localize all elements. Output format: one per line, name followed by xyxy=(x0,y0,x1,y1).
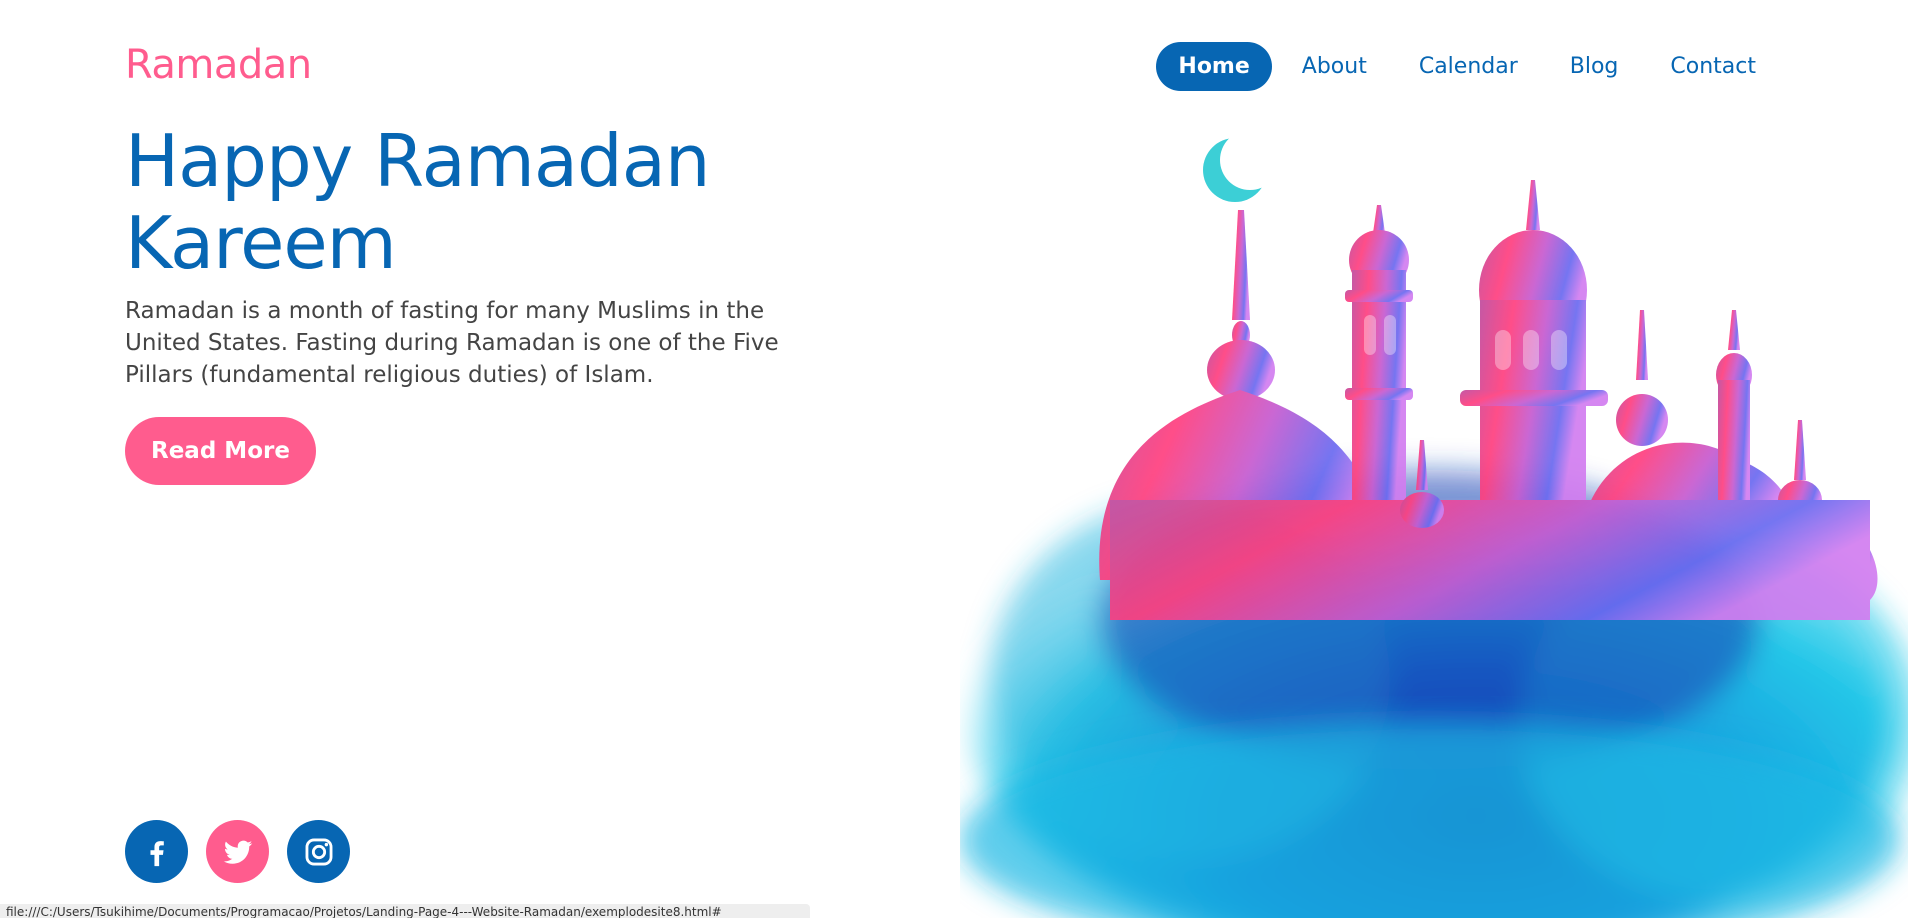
site-logo[interactable]: Ramadan xyxy=(125,42,312,88)
mosque-watercolor-image xyxy=(960,130,1908,918)
read-more-button[interactable]: Read More xyxy=(125,417,316,485)
hero-title-line2: Kareem xyxy=(125,201,397,285)
hero-description: Ramadan is a month of fasting for many M… xyxy=(125,298,779,388)
twitter-icon[interactable] xyxy=(206,820,269,883)
main-nav: Home About Calendar Blog Contact xyxy=(1156,42,1778,91)
browser-status-bar: file:///C:/Users/Tsukihime/Documents/Pro… xyxy=(0,904,810,918)
nav-contact[interactable]: Contact xyxy=(1648,42,1778,91)
crescent-moon-icon xyxy=(1203,130,1280,202)
instagram-icon[interactable] xyxy=(287,820,350,883)
mosque-illustration xyxy=(960,120,1908,918)
facebook-icon[interactable] xyxy=(125,820,188,883)
hero-title: Happy Ramadan Kareem xyxy=(125,120,885,284)
nav-home[interactable]: Home xyxy=(1156,42,1272,91)
social-links xyxy=(125,820,350,883)
nav-about[interactable]: About xyxy=(1280,42,1389,91)
nav-calendar[interactable]: Calendar xyxy=(1397,42,1540,91)
nav-blog[interactable]: Blog xyxy=(1548,42,1641,91)
hero-title-line1: Happy Ramadan xyxy=(125,119,710,203)
